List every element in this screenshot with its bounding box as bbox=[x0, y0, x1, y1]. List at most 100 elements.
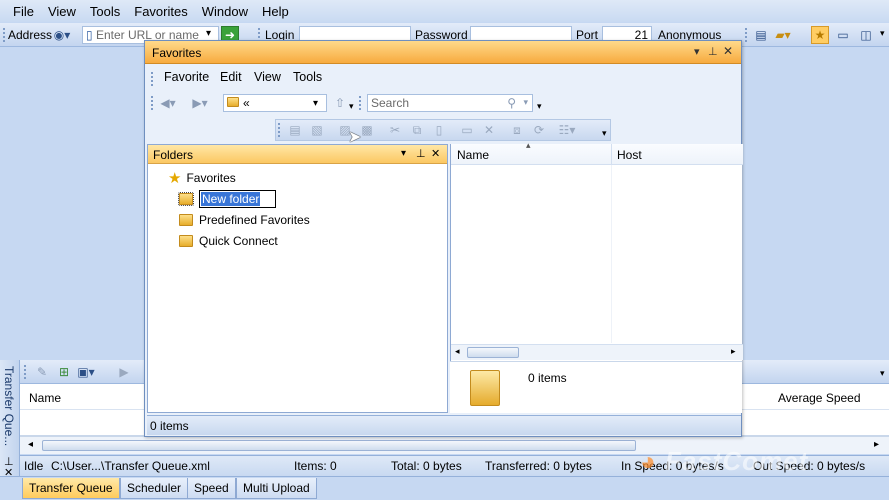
folder-icon bbox=[179, 235, 193, 247]
menu-view[interactable]: View bbox=[41, 4, 83, 19]
toolbar-grip[interactable] bbox=[24, 365, 27, 379]
fav-menu-edit[interactable]: Edit bbox=[220, 70, 242, 84]
list-hscrollbar[interactable]: ◂ ▸ bbox=[451, 344, 743, 360]
path-combobox[interactable]: « bbox=[223, 94, 327, 112]
back-icon[interactable]: ◀▾ bbox=[159, 94, 177, 112]
rename-icon[interactable]: ▭ bbox=[458, 121, 476, 139]
favorites-window[interactable]: Favorites ▾ ⊥ ✕ Favorite Edit View Tools… bbox=[144, 40, 743, 437]
folders-pane-title: Folders bbox=[153, 148, 194, 162]
scroll-right-icon[interactable]: ▸ bbox=[731, 346, 736, 357]
scroll-thumb[interactable] bbox=[467, 347, 519, 358]
toolbar-grip[interactable] bbox=[745, 28, 748, 42]
column-average-speed[interactable]: Average Speed bbox=[778, 391, 861, 405]
toolbar-overflow-icon[interactable]: ▾ bbox=[537, 101, 542, 112]
view-mode-icon[interactable]: ☷▾ bbox=[558, 121, 576, 139]
toolbar-overflow-icon[interactable]: ▾ bbox=[880, 368, 885, 379]
close-icon[interactable]: ✕ bbox=[431, 147, 440, 160]
toolbar-overflow-icon[interactable]: ▾ bbox=[880, 28, 885, 39]
connect-icon[interactable]: ▤ bbox=[286, 121, 304, 139]
address-label: Address bbox=[8, 28, 53, 42]
scroll-thumb[interactable] bbox=[42, 440, 636, 451]
favorites-list-header: Name ▴ Host bbox=[451, 140, 743, 165]
duplicate-icon[interactable]: ⧈ bbox=[508, 121, 526, 139]
folders-pane[interactable]: Folders ▾ ⊥ ✕ ★ Favorites New folder Pre… bbox=[147, 144, 448, 413]
favorites-titlebar[interactable]: Favorites ▾ ⊥ ✕ bbox=[145, 41, 741, 64]
column-divider[interactable] bbox=[611, 144, 612, 165]
open-queue-icon[interactable]: ✎ bbox=[33, 363, 51, 381]
menu-help[interactable]: Help bbox=[255, 4, 296, 19]
menu-favorites[interactable]: Favorites bbox=[127, 4, 194, 19]
pane-menu-icon[interactable]: ▾ bbox=[401, 148, 406, 159]
folder-icon bbox=[178, 192, 194, 206]
search-icon[interactable]: ⚲ bbox=[507, 96, 516, 110]
transfer-queue-side-tab[interactable]: Transfer Que... ⊥ ✕ bbox=[0, 360, 20, 479]
folders-pane-header: Folders ▾ ⊥ ✕ bbox=[148, 145, 447, 164]
status-total: Total: 0 bytes bbox=[391, 459, 462, 473]
menu-file[interactable]: File bbox=[6, 4, 41, 19]
tab-speed[interactable]: Speed bbox=[187, 478, 236, 499]
delete-icon[interactable]: ✕ bbox=[480, 121, 498, 139]
play-icon[interactable]: ▶ bbox=[115, 363, 133, 381]
toolbar-overflow-icon[interactable]: ▾ bbox=[602, 128, 607, 139]
status-items: Items: 0 bbox=[294, 459, 337, 473]
path-value: « bbox=[243, 96, 250, 110]
new-favorite-icon[interactable]: ▧ bbox=[308, 121, 326, 139]
path-dropdown-icon[interactable]: ▾ bbox=[313, 98, 318, 109]
tree-item-new-folder[interactable]: New folder bbox=[178, 190, 276, 208]
status-transferred: Transferred: 0 bytes bbox=[485, 459, 592, 473]
paste-icon[interactable]: ▯ bbox=[430, 121, 448, 139]
menu-tools[interactable]: Tools bbox=[83, 4, 127, 19]
window-menu-icon[interactable]: ▾ bbox=[694, 45, 700, 58]
toolbar-grip[interactable] bbox=[359, 96, 362, 110]
rename-input[interactable]: New folder bbox=[199, 190, 276, 208]
favorites-action-toolbar: ▤ ▧ ▨ ▩ ✂ ⧉ ▯ ▭ ✕ ⧈ ⟳ ☷▾ ▾ bbox=[275, 119, 611, 141]
favorites-status-text: 0 items bbox=[150, 419, 189, 433]
scroll-left-icon[interactable]: ◂ bbox=[455, 346, 460, 357]
pin-icon[interactable]: ⊥ bbox=[416, 147, 426, 160]
close-icon[interactable]: ✕ bbox=[723, 44, 733, 58]
search-input[interactable]: Search ⚲ ▾ bbox=[367, 94, 533, 112]
up-folder-icon[interactable]: ⇧ bbox=[331, 94, 349, 112]
fav-menu-view[interactable]: View bbox=[254, 70, 281, 84]
scroll-right-icon[interactable]: ▸ bbox=[874, 439, 879, 450]
toolbar-grip[interactable] bbox=[3, 28, 6, 42]
toolbar-grip[interactable] bbox=[151, 96, 154, 110]
scroll-left-icon[interactable]: ◂ bbox=[28, 439, 33, 450]
open-folder-icon[interactable]: ▰▾ bbox=[774, 26, 792, 44]
tab-scheduler[interactable]: Scheduler bbox=[120, 478, 189, 499]
save-icon[interactable]: ▣▾ bbox=[77, 363, 95, 381]
toolbar-overflow-icon[interactable]: ▾ bbox=[349, 101, 354, 112]
folder-icon bbox=[179, 214, 193, 226]
layout-horizontal-icon[interactable]: ▭ bbox=[834, 26, 852, 44]
large-folder-icon bbox=[470, 370, 500, 406]
url-dropdown-icon[interactable]: ▾ bbox=[206, 28, 211, 39]
toolbar-grip[interactable] bbox=[151, 72, 154, 86]
pin-icon[interactable]: ⊥ bbox=[708, 45, 718, 58]
sort-ascending-icon: ▴ bbox=[526, 140, 531, 150]
favorites-star-icon[interactable]: ★ bbox=[811, 26, 829, 44]
add-queue-icon[interactable]: ⊞ bbox=[55, 363, 73, 381]
star-icon: ★ bbox=[168, 170, 182, 187]
cut-icon[interactable]: ✂ bbox=[386, 121, 404, 139]
tree-item-favorites-root[interactable]: ★ Favorites bbox=[168, 169, 236, 187]
site-manager-icon[interactable]: ▤ bbox=[752, 26, 770, 44]
toolbar-grip[interactable] bbox=[278, 123, 281, 137]
protocol-dropdown-icon[interactable]: ◉▾ bbox=[53, 26, 71, 44]
tree-item-quick-connect[interactable]: Quick Connect bbox=[179, 232, 278, 250]
tab-multi-upload[interactable]: Multi Upload bbox=[236, 478, 317, 499]
main-menubar: File View Tools Favorites Window Help bbox=[0, 0, 889, 22]
search-dropdown-icon[interactable]: ▾ bbox=[523, 97, 528, 108]
tree-item-predefined-favorites[interactable]: Predefined Favorites bbox=[179, 211, 310, 229]
menu-window[interactable]: Window bbox=[195, 4, 255, 19]
column-name[interactable]: Name bbox=[29, 391, 61, 405]
tab-transfer-queue[interactable]: Transfer Queue bbox=[22, 478, 120, 499]
copy-icon[interactable]: ⧉ bbox=[408, 121, 426, 139]
fav-menu-tools[interactable]: Tools bbox=[293, 70, 322, 84]
refresh-icon[interactable]: ⟳ bbox=[530, 121, 548, 139]
layout-vertical-icon[interactable]: ◫ bbox=[857, 26, 875, 44]
status-state: Idle bbox=[24, 459, 44, 473]
forward-icon[interactable]: ▶▾ bbox=[191, 94, 209, 112]
column-name[interactable]: Name bbox=[457, 148, 489, 162]
column-host[interactable]: Host bbox=[617, 148, 642, 162]
fav-menu-favorite[interactable]: Favorite bbox=[164, 70, 209, 84]
